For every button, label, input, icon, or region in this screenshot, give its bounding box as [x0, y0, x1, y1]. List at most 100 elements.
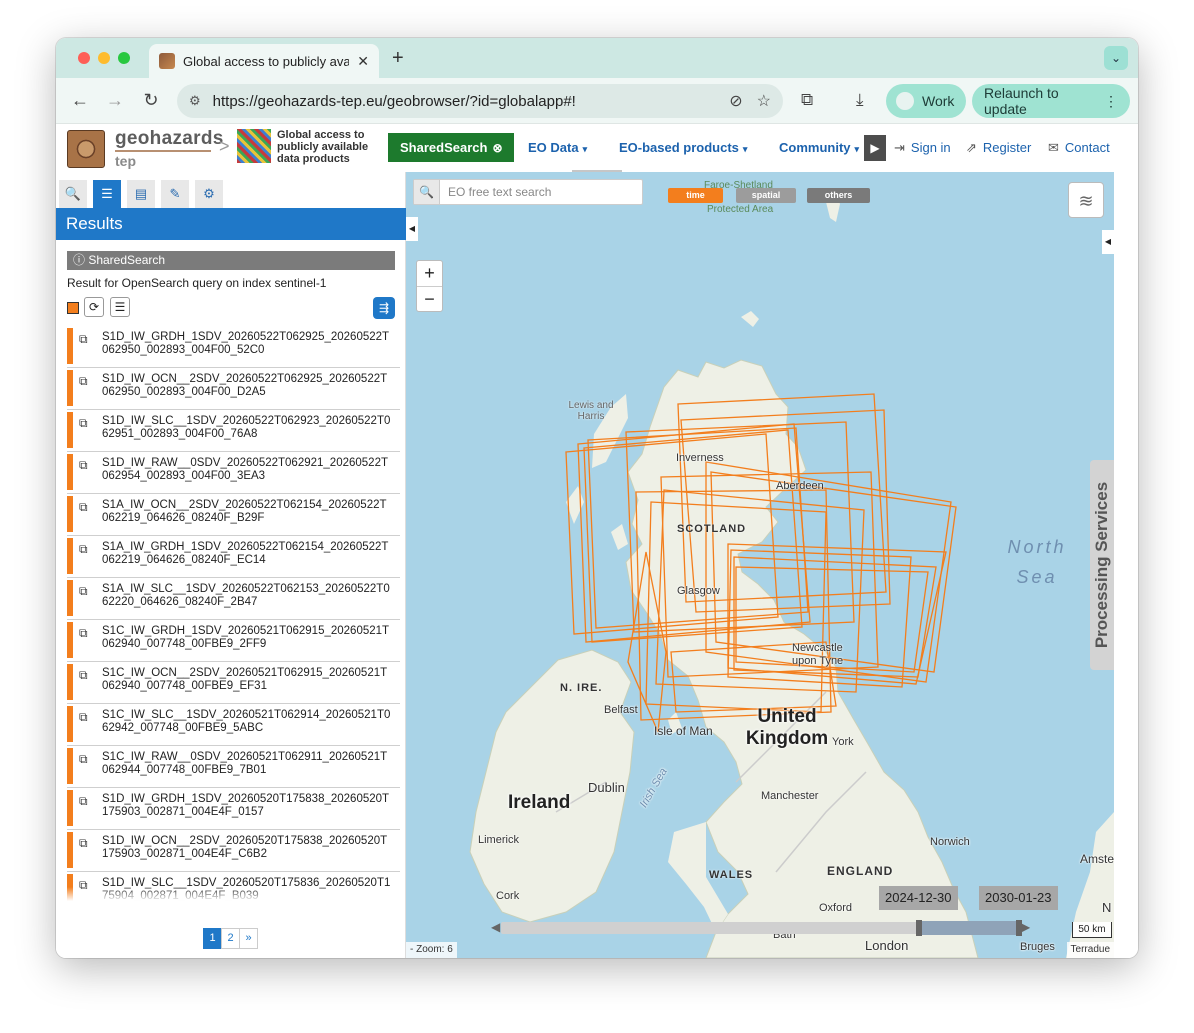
pencil-icon[interactable]: ✎: [161, 180, 189, 208]
result-name[interactable]: S1A_IW_OCN__2SDV_20260522T062154_2026052…: [91, 499, 391, 525]
list-item[interactable]: ⧉ S1D_IW_RAW__0SDV_20260522T062921_202605…: [67, 452, 400, 494]
page-1-button[interactable]: 1: [203, 928, 222, 949]
list-item[interactable]: ⧉ S1C_IW_SLC__1SDV_20260521T062914_202605…: [67, 704, 400, 746]
result-name[interactable]: S1A_IW_SLC__1SDV_20260522T062153_2026052…: [91, 583, 391, 609]
profile-button[interactable]: Work: [886, 84, 966, 118]
result-name[interactable]: S1D_IW_OCN__2SDV_20260522T062925_2026052…: [91, 373, 391, 399]
result-selection-bar[interactable]: [67, 622, 73, 658]
back-icon[interactable]: ←: [69, 90, 91, 111]
close-window-button[interactable]: [78, 52, 90, 64]
result-selection-bar[interactable]: [67, 328, 73, 364]
result-name[interactable]: S1C_IW_SLC__1SDV_20260521T062914_2026052…: [91, 709, 391, 735]
map-view[interactable]: 🔍 EO free text search time spatial other…: [406, 172, 1114, 958]
list-icon[interactable]: ☰: [93, 180, 121, 208]
timeline-selection[interactable]: [916, 921, 1020, 935]
refresh-icon[interactable]: ⟳: [84, 297, 104, 317]
contact-link[interactable]: ✉ Contact: [1048, 140, 1110, 156]
archive-icon[interactable]: ▤: [127, 180, 155, 208]
result-selection-bar[interactable]: [67, 832, 73, 868]
zoom-out-button[interactable]: −: [417, 286, 442, 311]
extensions-icon[interactable]: ⧉: [801, 90, 813, 110]
layers-icon[interactable]: ≋: [1068, 182, 1104, 218]
menu-eo-based-products[interactable]: EO-based products ▾: [619, 140, 747, 155]
result-selection-bar[interactable]: [67, 790, 73, 826]
active-tab[interactable]: Global access to publicly avai ✕: [149, 44, 379, 78]
tab-search-button[interactable]: ⌄: [1104, 46, 1128, 70]
result-name[interactable]: S1C_IW_OCN__2SDV_20260521T062915_2026052…: [91, 667, 391, 693]
list-item[interactable]: ⧉ S1A_IW_OCN__2SDV_20260522T062154_202605…: [67, 494, 400, 536]
result-selection-bar[interactable]: [67, 748, 73, 784]
list-item[interactable]: ⧉ S1D_IW_GRDH_1SDV_20260520T175838_202605…: [67, 788, 400, 830]
list-item[interactable]: ⧉ S1D_IW_OCN__2SDV_20260522T062925_202605…: [67, 368, 400, 410]
timeline-right-arrow-icon[interactable]: ▶: [1021, 920, 1030, 934]
collapse-left-icon[interactable]: ◀: [406, 217, 418, 241]
forward-icon[interactable]: →: [104, 90, 126, 111]
tab-close-icon[interactable]: ✕: [357, 53, 369, 70]
result-selection-bar[interactable]: [67, 706, 73, 742]
timeline-start-handle[interactable]: [916, 920, 922, 936]
result-name[interactable]: S1C_IW_GRDH_1SDV_20260521T062915_2026052…: [91, 625, 391, 651]
list-item[interactable]: ⧉ S1A_IW_SLC__1SDV_20260522T062153_202605…: [67, 578, 400, 620]
result-selection-bar[interactable]: [67, 580, 73, 616]
result-name[interactable]: S1C_IW_RAW__0SDV_20260521T062911_2026052…: [91, 751, 391, 777]
menu-community[interactable]: Community ▾: [779, 140, 859, 155]
search-icon[interactable]: 🔍: [59, 180, 87, 208]
relaunch-button[interactable]: Relaunch to update ⋮: [972, 84, 1130, 118]
register-link[interactable]: ⇗ Register: [966, 140, 1031, 156]
result-name[interactable]: S1D_IW_SLC__1SDV_20260522T062923_2026052…: [91, 415, 391, 441]
list-item[interactable]: ⧉ S1C_IW_RAW__0SDV_20260521T062911_202605…: [67, 746, 400, 788]
gear-icon[interactable]: ⚙: [195, 180, 223, 208]
logo-text[interactable]: geohazards: [115, 128, 224, 150]
page-2-button[interactable]: 2: [221, 928, 240, 949]
result-selection-bar[interactable]: [67, 538, 73, 574]
next-page-button[interactable]: »: [239, 928, 258, 949]
map-search-icon[interactable]: 🔍: [414, 180, 440, 204]
timeline-left-arrow-icon[interactable]: ◀: [491, 920, 500, 934]
result-name[interactable]: S1D_IW_OCN__2SDV_20260520T175838_2026052…: [91, 835, 391, 861]
list-item[interactable]: ⧉ S1D_IW_SLC__1SDV_20260522T062923_202605…: [67, 410, 400, 452]
list-menu-icon[interactable]: ☰: [110, 297, 130, 317]
sign-in-link[interactable]: ⇥ Sign in: [894, 140, 951, 156]
url-text[interactable]: https://geohazards-tep.eu/geobrowser/?id…: [213, 93, 716, 110]
download-icon[interactable]: ⤓: [856, 90, 864, 110]
map-search-box[interactable]: 🔍 EO free text search: [413, 179, 643, 205]
maximize-window-button[interactable]: [118, 52, 130, 64]
reload-icon[interactable]: ↻: [140, 90, 162, 111]
result-selection-bar[interactable]: [67, 664, 73, 700]
new-tab-button[interactable]: +: [392, 47, 404, 70]
timeline-start-date[interactable]: 2024-12-30: [879, 886, 958, 910]
close-circle-icon[interactable]: ⊗: [492, 141, 502, 155]
timeline-end-date[interactable]: 2030-01-23: [979, 886, 1058, 910]
others-filter-pill[interactable]: others: [807, 188, 870, 203]
result-name[interactable]: S1D_IW_GRDH_1SDV_20260520T175838_2026052…: [91, 793, 391, 819]
zoom-in-button[interactable]: +: [417, 261, 442, 286]
result-name[interactable]: S1A_IW_GRDH_1SDV_20260522T062154_2026052…: [91, 541, 391, 567]
bookmark-star-icon[interactable]: ☆: [757, 91, 771, 111]
result-name[interactable]: S1D_IW_RAW__0SDV_20260522T062921_2026052…: [91, 457, 391, 483]
map-attribution[interactable]: Terradue: [1066, 942, 1114, 958]
site-settings-icon[interactable]: ⚙: [189, 93, 201, 109]
timeline-slider[interactable]: ◀ ▶: [491, 918, 1030, 938]
hide-icon[interactable]: ⊘: [729, 91, 742, 111]
list-item[interactable]: ⧉ S1C_IW_OCN__2SDV_20260521T062915_202605…: [67, 662, 400, 704]
list-item[interactable]: ⧉ S1A_IW_GRDH_1SDV_20260522T062154_202605…: [67, 536, 400, 578]
result-selection-bar[interactable]: [67, 370, 73, 406]
processing-services-tab[interactable]: Processing Services: [1090, 460, 1114, 670]
minimize-window-button[interactable]: [98, 52, 110, 64]
nav-scroll-right-icon[interactable]: ▶: [864, 135, 886, 161]
result-selection-bar[interactable]: [67, 412, 73, 448]
list-item[interactable]: ⧉ S1D_IW_GRDH_1SDV_20260522T062925_202605…: [67, 326, 400, 368]
address-bar[interactable]: ⚙ https://geohazards-tep.eu/geobrowser/?…: [177, 84, 783, 118]
map-search-input[interactable]: EO free text search: [440, 185, 551, 199]
result-selection-bar[interactable]: [67, 454, 73, 490]
geohazards-logo-icon[interactable]: [67, 130, 105, 168]
shared-search-button[interactable]: SharedSearch ⊗: [388, 133, 514, 162]
collapse-right-icon[interactable]: ◀: [1102, 230, 1114, 254]
menu-eo-data[interactable]: EO Data ▾: [528, 140, 587, 155]
share-icon[interactable]: ⇶: [373, 297, 395, 319]
result-name[interactable]: S1D_IW_GRDH_1SDV_20260522T062925_2026052…: [91, 331, 391, 357]
result-selection-bar[interactable]: [67, 496, 73, 532]
app-title[interactable]: Global access to publicly available data…: [277, 129, 381, 165]
list-item[interactable]: ⧉ S1D_IW_OCN__2SDV_20260520T175838_202605…: [67, 830, 400, 872]
list-item[interactable]: ⧉ S1C_IW_GRDH_1SDV_20260521T062915_202605…: [67, 620, 400, 662]
